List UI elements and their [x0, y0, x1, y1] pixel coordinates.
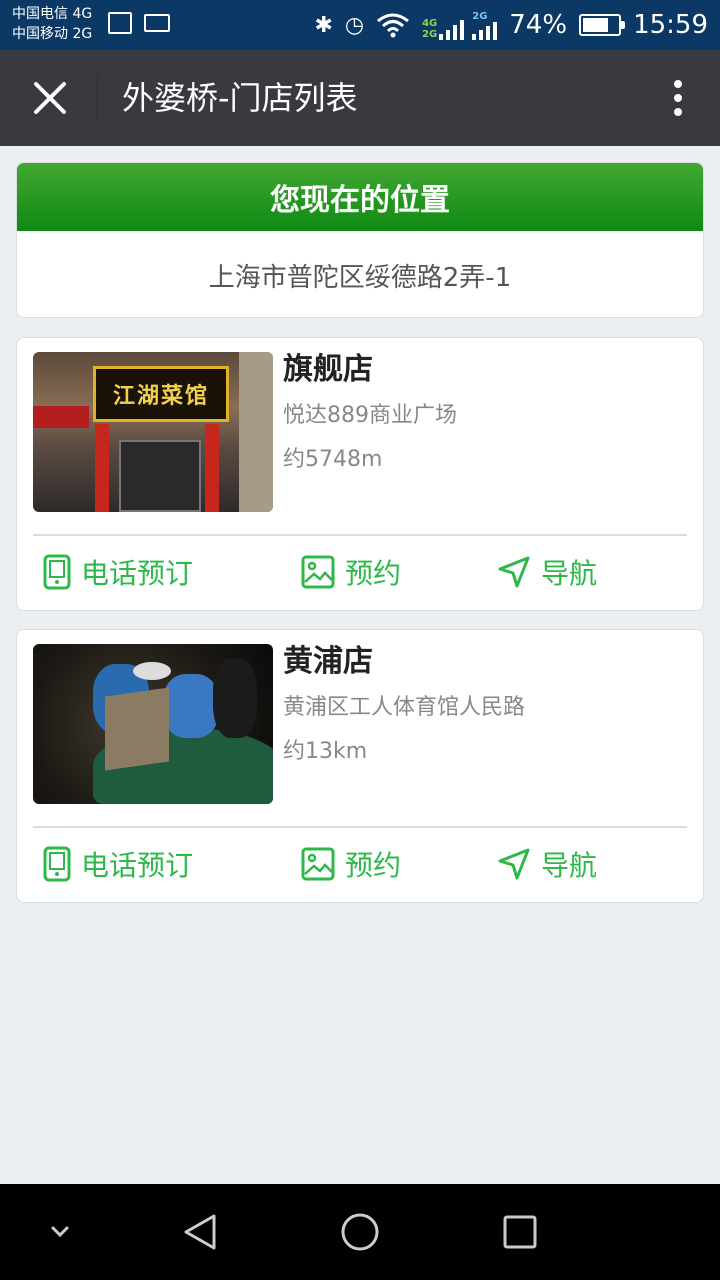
- location-heading: 您现在的位置: [17, 163, 703, 231]
- hide-nav-button[interactable]: [36, 1208, 84, 1256]
- navigate-button[interactable]: 导航: [497, 550, 597, 594]
- store-actions: 电话预订 预约 导航: [17, 828, 703, 902]
- store-image[interactable]: 江湖菜馆: [33, 352, 273, 512]
- navigate-label: 导航: [541, 849, 598, 882]
- navigate-label: 导航: [541, 557, 598, 590]
- carrier-2: 中国移动 2G: [12, 26, 93, 42]
- store-name: 黄浦店: [283, 644, 373, 679]
- phone-icon: [43, 846, 71, 882]
- store-address: 悦达889商业广场: [283, 403, 457, 428]
- carrier-info: 中国电信 4G 中国移动 2G: [12, 4, 92, 44]
- phone-booking-button[interactable]: 电话预订: [43, 550, 193, 594]
- home-button[interactable]: [336, 1208, 384, 1256]
- back-button[interactable]: [176, 1208, 224, 1256]
- phone-booking-label: 电话预订: [81, 849, 194, 882]
- page-title: 外婆桥-门店列表: [122, 79, 358, 117]
- reserve-button[interactable]: 预约: [301, 842, 401, 886]
- more-vertical-icon: [674, 80, 682, 88]
- close-icon: [34, 82, 66, 114]
- reserve-label: 预约: [345, 557, 402, 590]
- phone-booking-label: 电话预订: [81, 557, 194, 590]
- net-type-c: 2G: [472, 10, 488, 22]
- store-sign: 江湖菜馆: [93, 366, 229, 422]
- store-name: 旗舰店: [283, 352, 373, 387]
- store-card[interactable]: 黄浦店 黄浦区工人体育馆人民路 约13km 电话预订 预约 导航: [16, 629, 704, 903]
- title-bar: 外婆桥-门店列表: [0, 50, 720, 146]
- bluetooth-icon: ✱: [314, 12, 333, 38]
- signal-icon: 4G 2G 2G: [422, 10, 498, 40]
- system-nav-bar: [0, 1184, 720, 1280]
- location-card: 您现在的位置 上海市普陀区绥德路2弄-1: [16, 162, 704, 318]
- recents-icon: [503, 1215, 537, 1249]
- home-icon: [341, 1213, 379, 1251]
- store-image[interactable]: [33, 644, 273, 804]
- phone-icon: [43, 554, 71, 590]
- more-button[interactable]: [666, 74, 690, 122]
- navigation-arrow-icon: [498, 848, 530, 880]
- navigate-button[interactable]: 导航: [497, 842, 597, 886]
- store-distance: 约5748m: [283, 447, 383, 472]
- back-icon: [184, 1214, 216, 1250]
- close-button[interactable]: [22, 70, 78, 126]
- reserve-label: 预约: [345, 849, 402, 882]
- phone-booking-button[interactable]: 电话预订: [43, 842, 193, 886]
- alarm-icon: ◷: [344, 12, 365, 38]
- title-divider: [97, 74, 98, 122]
- image-icon: [108, 12, 132, 34]
- image-icon: [301, 847, 335, 881]
- chevron-down-icon: [51, 1226, 69, 1238]
- carrier-1: 中国电信 4G: [12, 6, 93, 22]
- clock: 15:59: [633, 10, 708, 40]
- net-type-a: 4G: [422, 17, 438, 29]
- store-actions: 电话预订 预约 导航: [17, 536, 703, 610]
- wifi-icon: [377, 13, 410, 38]
- navigation-arrow-icon: [498, 556, 530, 588]
- store-address: 黄浦区工人体育馆人民路: [283, 695, 526, 720]
- battery-icon: [579, 14, 626, 36]
- reserve-button[interactable]: 预约: [301, 550, 401, 594]
- keyboard-icon: [144, 14, 170, 32]
- recents-button[interactable]: [496, 1208, 544, 1256]
- location-address: 上海市普陀区绥德路2弄-1: [208, 262, 512, 293]
- status-bar: 中国电信 4G 中国移动 2G ✱ ◷ 4G 2G 2G 74% 15:59: [0, 0, 720, 50]
- store-card[interactable]: 江湖菜馆 旗舰店 悦达889商业广场 约5748m 电话预订 预约 导航: [16, 337, 704, 611]
- store-distance: 约13km: [283, 739, 368, 764]
- battery-percent: 74%: [509, 10, 568, 40]
- image-icon: [301, 555, 335, 589]
- net-type-b: 2G: [422, 28, 438, 40]
